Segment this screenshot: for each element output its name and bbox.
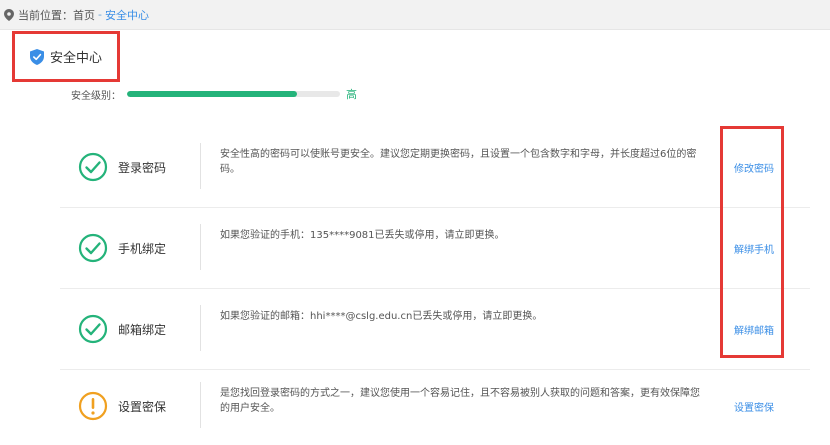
check-circle-icon bbox=[78, 314, 108, 344]
warning-circle-icon bbox=[78, 391, 108, 421]
security-level: 安全级别： 高 bbox=[71, 86, 357, 102]
check-circle-icon bbox=[78, 152, 108, 182]
unbind-phone-link[interactable]: 解绑手机 bbox=[734, 241, 774, 256]
item-divider bbox=[200, 305, 201, 351]
location-pin-icon bbox=[4, 8, 14, 21]
security-item-login-password: 登录密码 安全性高的密码可以使账号更安全。建议您定期更换密码，且设置一个包含数字… bbox=[60, 127, 810, 208]
check-circle-icon bbox=[78, 233, 108, 263]
item-label: 登录密码 bbox=[118, 161, 167, 175]
security-level-bar bbox=[127, 91, 340, 97]
item-description: 是您找回登录密码的方式之一，建议您使用一个容易记住，且不容易被别人获取的问题和答… bbox=[220, 388, 700, 414]
item-label: 手机绑定 bbox=[118, 242, 167, 256]
security-level-value: 高 bbox=[346, 88, 357, 101]
change-password-link[interactable]: 修改密码 bbox=[734, 160, 774, 175]
item-description: 安全性高的密码可以使账号更安全。建议您定期更换密码，且设置一个包含数字和字母，并… bbox=[220, 149, 697, 175]
set-security-question-link[interactable]: 设置密保 bbox=[734, 399, 774, 414]
security-level-bar-fill bbox=[127, 91, 298, 97]
item-label: 邮箱绑定 bbox=[118, 323, 167, 337]
breadcrumb: 当前位置： 首页 - 安全中心 bbox=[0, 0, 830, 30]
item-divider bbox=[200, 143, 201, 189]
security-level-label: 安全级别： bbox=[71, 90, 121, 102]
unbind-email-link[interactable]: 解绑邮箱 bbox=[734, 322, 774, 337]
security-item-email-binding: 邮箱绑定 如果您验证的邮箱：hhi****@cslg.edu.cn已丢失或停用，… bbox=[60, 289, 810, 370]
item-divider bbox=[200, 382, 201, 428]
shield-check-icon bbox=[30, 48, 44, 65]
breadcrumb-current: 安全中心 bbox=[104, 8, 149, 22]
item-description: 如果您验证的手机：135****9081已丢失或停用，请立即更换。 bbox=[220, 230, 505, 241]
page-title-box: 安全中心 bbox=[12, 31, 120, 82]
breadcrumb-prefix: 当前位置： bbox=[18, 8, 73, 22]
breadcrumb-separator: - bbox=[98, 8, 102, 21]
security-item-phone-binding: 手机绑定 如果您验证的手机：135****9081已丢失或停用，请立即更换。 解… bbox=[60, 208, 810, 289]
page-title: 安全中心 bbox=[50, 51, 103, 66]
item-divider bbox=[200, 224, 201, 270]
security-item-security-question: 设置密保 是您找回登录密码的方式之一，建议您使用一个容易记住，且不容易被别人获取… bbox=[60, 366, 810, 445]
item-label: 设置密保 bbox=[118, 400, 167, 414]
breadcrumb-home-link[interactable]: 首页 bbox=[73, 7, 95, 23]
item-description: 如果您验证的邮箱：hhi****@cslg.edu.cn已丢失或停用，请立即更换… bbox=[220, 311, 543, 322]
